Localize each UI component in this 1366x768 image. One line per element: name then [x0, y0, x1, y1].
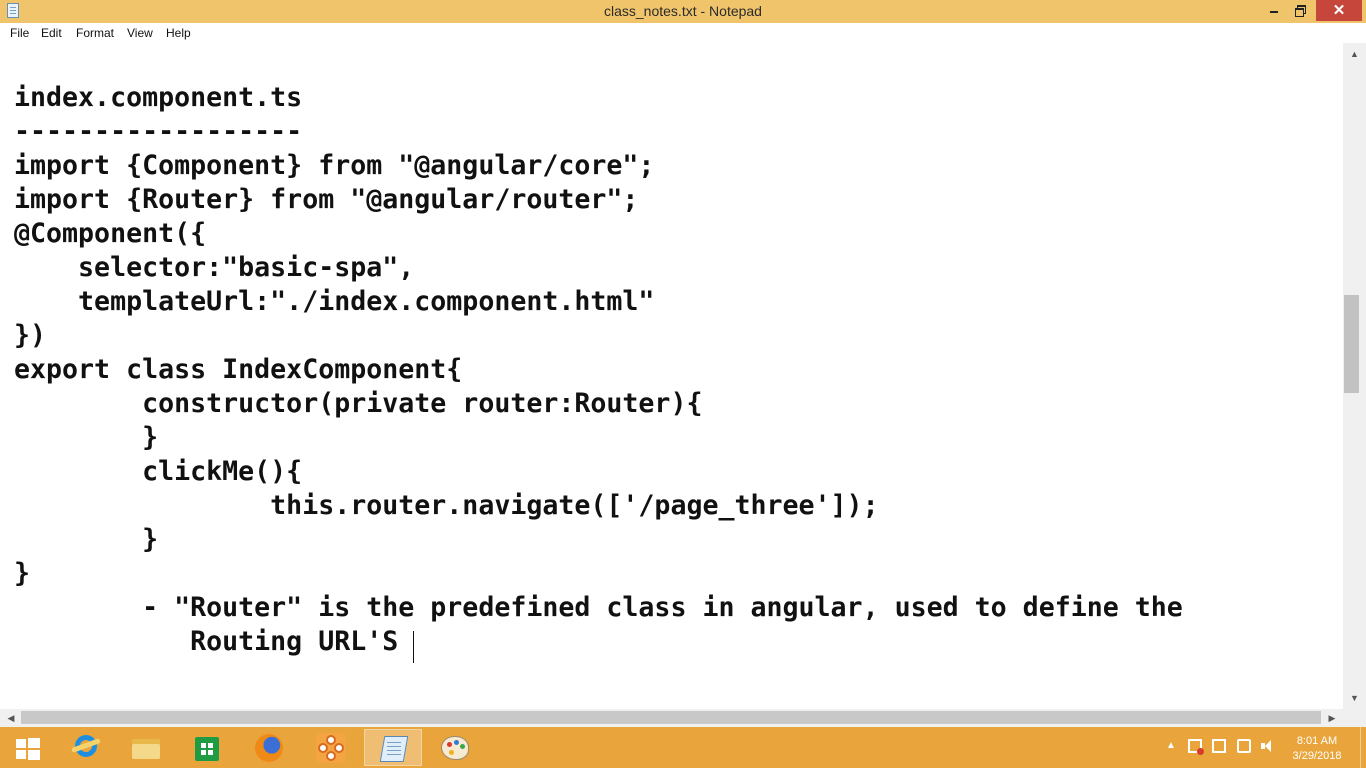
restore-button[interactable] — [1288, 0, 1312, 21]
start-button[interactable] — [0, 729, 58, 766]
show-desktop-button[interactable] — [1360, 727, 1366, 768]
ethernet-icon[interactable] — [1237, 739, 1251, 753]
vertical-scrollbar[interactable]: ▲ ▼ — [1343, 43, 1366, 709]
action-center-flag-icon[interactable] — [1188, 739, 1204, 755]
editor-content[interactable]: index.component.ts ------------------ im… — [14, 81, 1183, 659]
horizontal-scrollbar[interactable]: ◀ ▶ — [0, 709, 1343, 727]
scroll-down-arrow-icon[interactable]: ▼ — [1343, 687, 1366, 709]
taskbar: ▲ 8:01 AM 3/29/2018 — [0, 727, 1366, 768]
clock-date: 3/29/2018 — [1292, 750, 1342, 762]
text-caret — [413, 631, 414, 663]
store-logo — [201, 743, 213, 755]
taskbar-firefox[interactable] — [240, 729, 298, 766]
firefox-icon — [255, 734, 283, 762]
clock-time: 8:01 AM — [1296, 735, 1338, 747]
show-hidden-icons-chevron-icon[interactable]: ▲ — [1166, 740, 1176, 751]
scroll-right-arrow-icon[interactable]: ▶ — [1321, 709, 1343, 727]
scroll-left-arrow-icon[interactable]: ◀ — [0, 709, 22, 727]
scrollbar-corner — [1343, 709, 1366, 727]
horizontal-scroll-thumb[interactable] — [21, 711, 1321, 724]
folder-front — [132, 744, 160, 759]
menu-view[interactable]: View — [127, 26, 153, 40]
flower-app-icon — [316, 733, 346, 763]
system-clock[interactable]: 8:01 AM 3/29/2018 — [1286, 734, 1348, 764]
taskbar-paint[interactable] — [426, 729, 484, 766]
title-bar: class_notes.txt - Notepad ✕ — [0, 0, 1366, 23]
taskbar-file-explorer[interactable] — [117, 729, 175, 766]
taskbar-internet-explorer[interactable] — [58, 729, 116, 766]
text-editor[interactable]: index.component.ts ------------------ im… — [0, 43, 1343, 709]
minimize-button[interactable] — [1262, 0, 1286, 21]
volume-icon[interactable] — [1260, 739, 1274, 753]
paint-icon — [441, 736, 469, 760]
network-icon[interactable] — [1212, 739, 1226, 753]
menu-edit[interactable]: Edit — [41, 26, 62, 40]
menu-bar: File Edit Format View Help — [0, 23, 1366, 43]
menu-format[interactable]: Format — [76, 26, 114, 40]
windows-logo-icon — [16, 738, 40, 760]
notepad-lines — [387, 742, 401, 743]
close-button[interactable]: ✕ — [1316, 0, 1362, 21]
taskbar-store[interactable] — [178, 729, 236, 766]
taskbar-flower-app[interactable] — [302, 729, 360, 766]
scroll-up-arrow-icon[interactable]: ▲ — [1343, 43, 1366, 65]
menu-file[interactable]: File — [10, 26, 29, 40]
window-title: class_notes.txt - Notepad — [604, 3, 762, 19]
menu-help[interactable]: Help — [166, 26, 191, 40]
notepad-icon — [379, 736, 409, 762]
taskbar-notepad[interactable] — [364, 729, 422, 766]
vertical-scroll-thumb[interactable] — [1344, 295, 1359, 393]
